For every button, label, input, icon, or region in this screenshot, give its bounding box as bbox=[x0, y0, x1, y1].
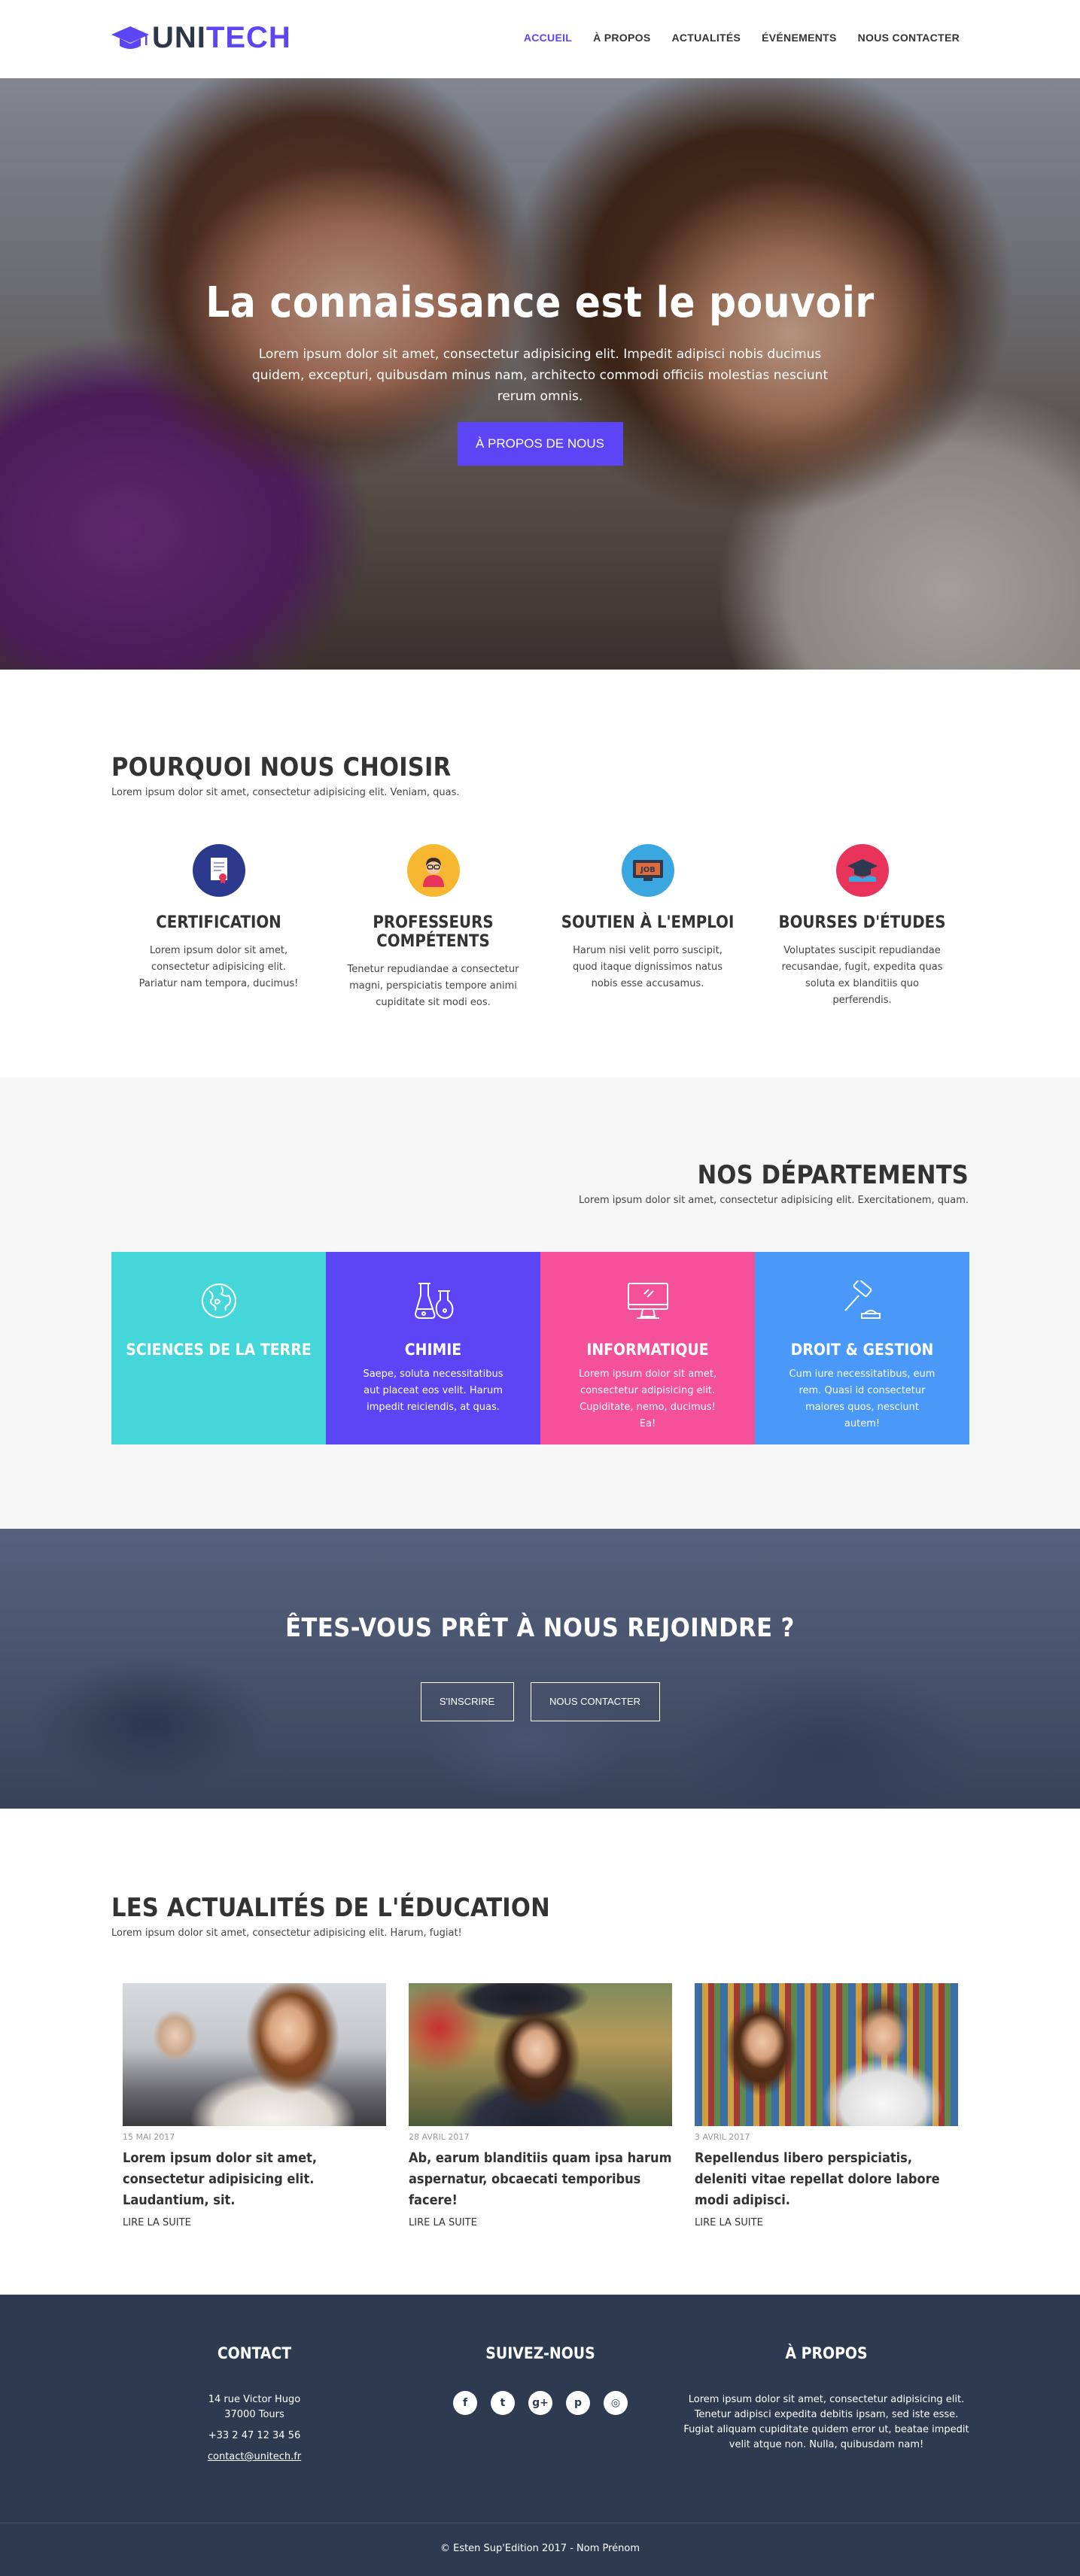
site-footer: CONTACT 14 rue Victor Hugo 37000 Tours +… bbox=[0, 2295, 1080, 2576]
feature-certification: CERTIFICATION Lorem ipsum dolor sit amet… bbox=[111, 844, 326, 1011]
feature-text: Voluptates suscipit repudiandae recusand… bbox=[781, 945, 943, 1006]
nav-item-accueil[interactable]: ACCUEIL bbox=[524, 32, 572, 44]
copyright-text: © Esten Sup'Edition 2017 - Nom Prénom bbox=[440, 2543, 640, 2554]
department-title: DROIT & GESTION bbox=[790, 1341, 934, 1359]
footer-about-title: À PROPOS bbox=[785, 2344, 868, 2362]
email-link[interactable]: contact@unitech.fr bbox=[208, 2451, 301, 2462]
footer-about-text: Lorem ipsum dolor sit amet, consectetur … bbox=[683, 2394, 969, 2450]
department-computer-science[interactable]: INFORMATIQUE Lorem ipsum dolor sit amet,… bbox=[540, 1252, 755, 1444]
phone-number[interactable]: +33 2 47 12 34 56 bbox=[111, 2429, 397, 2444]
news-title: LES ACTUALITÉS DE L'ÉDUCATION bbox=[111, 1893, 550, 1923]
feature-text: Lorem ipsum dolor sit amet, consectetur … bbox=[138, 945, 299, 989]
department-law-management[interactable]: DROIT & GESTION Cum iure necessitatibus,… bbox=[755, 1252, 969, 1444]
why-choose-us-section: POURQUOI NOUS CHOISIR Lorem ipsum dolor … bbox=[0, 670, 1080, 1077]
news-card: 3 AVRIL 2017 Repellendus libero perspici… bbox=[683, 1983, 969, 2228]
nav-item-a-propos[interactable]: À PROPOS bbox=[593, 32, 650, 44]
flask-icon bbox=[414, 1283, 453, 1320]
feature-title: BOURSES D'ÉTUDES bbox=[778, 913, 946, 932]
why-title: POURQUOI NOUS CHOISIR bbox=[111, 752, 452, 782]
contact-us-button[interactable]: NOUS CONTACTER bbox=[530, 1682, 660, 1721]
nav-item-actualites[interactable]: ACTUALITÉS bbox=[671, 32, 741, 44]
pinterest-icon[interactable]: p bbox=[566, 2391, 590, 2415]
facebook-icon[interactable]: f bbox=[453, 2391, 477, 2415]
departments-title: NOS DÉPARTEMENTS bbox=[697, 1160, 969, 1190]
feature-professors: PROFESSEURS COMPÉTENTS Tenetur repudiand… bbox=[326, 844, 540, 1011]
news-image[interactable] bbox=[695, 1983, 958, 2126]
hero-banner: La connaissance est le pouvoir Lorem ips… bbox=[0, 78, 1080, 670]
join-us-banner: ÊTES-VOUS PRÊT À NOUS REJOINDRE ? S'INSC… bbox=[0, 1529, 1080, 1809]
feature-title: PROFESSEURS COMPÉTENTS bbox=[373, 913, 494, 951]
scholarship-icon bbox=[835, 844, 889, 897]
news-subtitle: Lorem ipsum dolor sit amet, consectetur … bbox=[111, 1927, 462, 1939]
job-icon: JOB bbox=[621, 844, 674, 897]
department-title: INFORMATIQUE bbox=[586, 1341, 709, 1359]
computer-icon bbox=[627, 1283, 668, 1319]
globe-icon bbox=[201, 1283, 236, 1318]
news-date: 3 AVRIL 2017 bbox=[695, 2132, 750, 2142]
departments-section: NOS DÉPARTEMENTS Lorem ipsum dolor sit a… bbox=[0, 1077, 1080, 1529]
news-title-text[interactable]: Repellendus libero perspiciatis, delenit… bbox=[695, 2148, 958, 2211]
news-date: 15 MAI 2017 bbox=[123, 2132, 175, 2142]
brand-name-part1: UNI bbox=[152, 20, 206, 54]
news-section: LES ACTUALITÉS DE L'ÉDUCATION Lorem ipsu… bbox=[0, 1809, 1080, 2295]
department-chemistry[interactable]: CHIMIE Saepe, soluta necessitatibus aut … bbox=[326, 1252, 540, 1444]
gavel-icon bbox=[844, 1280, 881, 1319]
footer-about: À PROPOS Lorem ipsum dolor sit amet, con… bbox=[683, 2344, 969, 2453]
department-text: Lorem ipsum dolor sit amet, consectetur … bbox=[578, 1368, 717, 1429]
hero-title: La connaissance est le pouvoir bbox=[205, 278, 875, 327]
footer-contact: CONTACT 14 rue Victor Hugo 37000 Tours +… bbox=[111, 2344, 397, 2465]
news-card: 28 AVRIL 2017 Ab, earum blanditiis quam … bbox=[397, 1983, 683, 2228]
feature-title: SOUTIEN À L'EMPLOI bbox=[561, 913, 735, 932]
department-text: Cum iure necessitatibus, eum rem. Quasi … bbox=[789, 1368, 935, 1429]
department-title: SCIENCES DE LA TERRE bbox=[126, 1341, 312, 1359]
feature-job-support: JOB SOUTIEN À L'EMPLOI Harum nisi velit … bbox=[540, 844, 755, 1011]
teacher-icon bbox=[406, 844, 460, 897]
brand-name-part2: TECH bbox=[205, 20, 291, 54]
address-line1: 14 rue Victor Hugo bbox=[208, 2394, 301, 2405]
twitter-icon[interactable]: t bbox=[491, 2391, 515, 2415]
departments-subtitle: Lorem ipsum dolor sit amet, consectetur … bbox=[578, 1195, 969, 1206]
read-more-link[interactable]: LIRE LA SUITE bbox=[695, 2217, 958, 2228]
department-title: CHIMIE bbox=[404, 1341, 462, 1359]
read-more-link[interactable]: LIRE LA SUITE bbox=[409, 2217, 672, 2228]
news-date: 28 AVRIL 2017 bbox=[409, 2132, 470, 2142]
main-nav: ACCUEIL À PROPOS ACTUALITÉS ÉVÉNEMENTS N… bbox=[503, 32, 960, 44]
news-title-text[interactable]: Ab, earum blanditiis quam ipsa harum asp… bbox=[409, 2148, 672, 2211]
news-image[interactable] bbox=[123, 1983, 386, 2126]
instagram-icon[interactable]: ◎ bbox=[604, 2391, 628, 2415]
feature-title: CERTIFICATION bbox=[156, 913, 281, 932]
google-plus-icon[interactable]: g+ bbox=[528, 2391, 552, 2415]
site-header: UNITECH ACCUEIL À PROPOS ACTUALITÉS ÉVÉN… bbox=[0, 0, 1080, 78]
svg-text:JOB: JOB bbox=[640, 866, 656, 874]
feature-scholarships: BOURSES D'ÉTUDES Voluptates suscipit rep… bbox=[755, 844, 969, 1011]
footer-contact-title: CONTACT bbox=[217, 2344, 292, 2362]
cta-title: ÊTES-VOUS PRÊT À NOUS REJOINDRE ? bbox=[285, 1613, 795, 1643]
why-subtitle: Lorem ipsum dolor sit amet, consectetur … bbox=[111, 787, 460, 798]
news-title-text[interactable]: Lorem ipsum dolor sit amet, consectetur … bbox=[123, 2148, 386, 2211]
brand-logo[interactable]: UNITECH bbox=[111, 21, 291, 54]
feature-text: Harum nisi velit porro suscipit, quod it… bbox=[572, 945, 723, 989]
certificate-icon bbox=[192, 844, 245, 897]
nav-item-contact[interactable]: NOUS CONTACTER bbox=[858, 32, 960, 44]
footer-social-title: SUIVEZ-NOUS bbox=[485, 2344, 595, 2362]
feature-text: Tenetur repudiandae a consectetur magni,… bbox=[347, 964, 519, 1008]
news-card: 15 MAI 2017 Lorem ipsum dolor sit amet, … bbox=[111, 1983, 397, 2228]
hero-text: Lorem ipsum dolor sit amet, consectetur … bbox=[251, 347, 829, 404]
read-more-link[interactable]: LIRE LA SUITE bbox=[123, 2217, 386, 2228]
department-earth-sciences[interactable]: SCIENCES DE LA TERRE bbox=[111, 1252, 326, 1444]
about-us-button[interactable]: À PROPOS DE NOUS bbox=[457, 422, 623, 466]
nav-item-evenements[interactable]: ÉVÉNEMENTS bbox=[762, 32, 836, 44]
address-line2: 37000 Tours bbox=[224, 2409, 284, 2420]
department-text: Saepe, soluta necessitatibus aut placeat… bbox=[363, 1368, 503, 1413]
graduation-cap-icon bbox=[111, 26, 149, 49]
signup-button[interactable]: S'INSCRIRE bbox=[420, 1682, 514, 1721]
footer-social: SUIVEZ-NOUS f t g+ p ◎ bbox=[397, 2344, 683, 2415]
news-image[interactable] bbox=[409, 1983, 672, 2126]
